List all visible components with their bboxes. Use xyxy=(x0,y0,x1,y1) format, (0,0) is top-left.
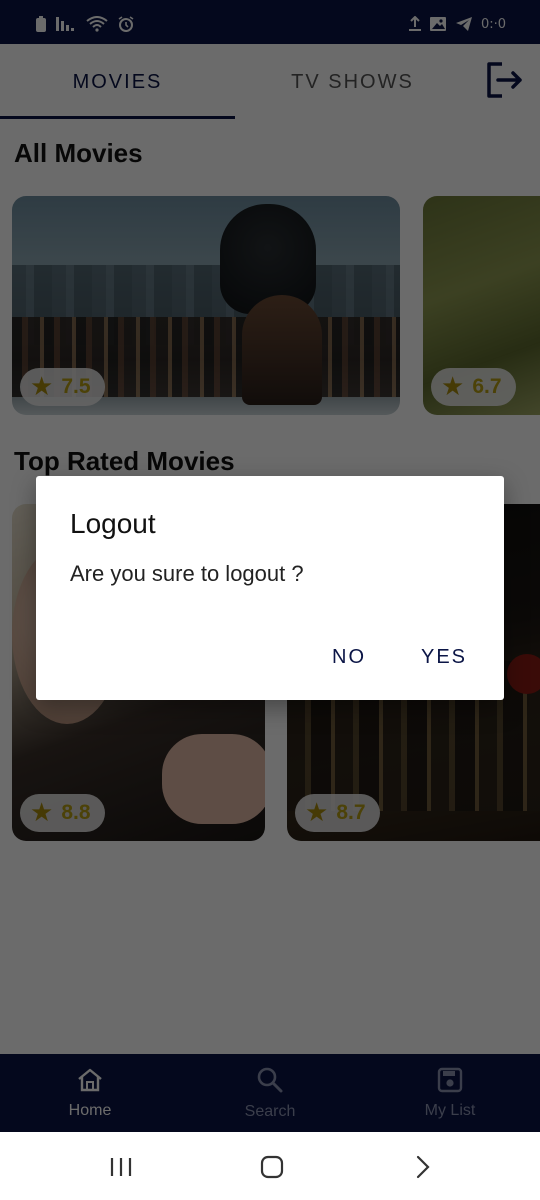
system-nav-bar xyxy=(0,1132,540,1200)
nav-label-home: Home xyxy=(68,1101,112,1119)
status-time: 0:·0 xyxy=(480,16,506,32)
dialog-message: Are you sure to logout ? xyxy=(70,561,304,586)
rating-value: 8.8 xyxy=(61,801,91,824)
star-icon: ★ xyxy=(30,372,54,402)
battery-icon xyxy=(36,16,46,32)
rating-value: 7.5 xyxy=(61,375,91,398)
home-icon xyxy=(76,1067,104,1098)
bottom-nav: Home Search My List xyxy=(0,1054,540,1132)
rating-value: 8.7 xyxy=(336,801,366,824)
tab-bar: MOVIES TV SHOWS xyxy=(0,44,540,120)
star-icon: ★ xyxy=(305,798,329,828)
nav-item-home[interactable]: Home xyxy=(0,1054,180,1132)
no-button[interactable]: NO xyxy=(332,646,366,669)
telegram-icon xyxy=(455,16,473,32)
alarm-icon xyxy=(118,16,134,32)
section-title-top-rated: Top Rated Movies xyxy=(14,446,235,476)
save-icon xyxy=(437,1067,463,1098)
rating-badge: ★ 7.5 xyxy=(20,368,105,406)
movie-card[interactable]: ★ 6.7 xyxy=(423,196,540,415)
status-bar: 0:·0 xyxy=(0,0,540,44)
home-button[interactable] xyxy=(260,1154,284,1180)
wifi-icon xyxy=(86,16,108,32)
rating-value: 6.7 xyxy=(472,375,502,398)
nav-label-search: Search xyxy=(244,1102,296,1120)
back-button[interactable] xyxy=(414,1154,432,1180)
nav-item-my-list[interactable]: My List xyxy=(360,1054,540,1132)
star-icon: ★ xyxy=(441,372,465,402)
upload-icon xyxy=(408,16,421,32)
nav-label-my-list: My List xyxy=(424,1101,476,1119)
image-icon xyxy=(429,16,447,32)
rating-badge: ★ 6.7 xyxy=(431,368,516,406)
movie-card[interactable]: ★ 7.5 xyxy=(12,196,400,415)
rating-badge: ★ 8.8 xyxy=(20,794,105,832)
nav-item-search[interactable]: Search xyxy=(180,1054,360,1132)
star-icon: ★ xyxy=(30,798,54,828)
section-title-all-movies: All Movies xyxy=(14,138,143,168)
logout-dialog: Logout Are you sure to logout ? NO YES xyxy=(36,476,504,700)
dialog-title: Logout xyxy=(70,508,156,539)
tab-movies[interactable]: MOVIES xyxy=(0,44,235,120)
logout-icon[interactable] xyxy=(484,60,524,100)
tab-indicator xyxy=(0,116,235,119)
recents-button[interactable] xyxy=(108,1154,136,1180)
search-icon xyxy=(256,1066,284,1099)
rating-badge: ★ 8.7 xyxy=(295,794,380,832)
signal-icon xyxy=(56,17,76,31)
tab-tv-shows[interactable]: TV SHOWS xyxy=(235,44,470,120)
yes-button[interactable]: YES xyxy=(421,646,467,669)
